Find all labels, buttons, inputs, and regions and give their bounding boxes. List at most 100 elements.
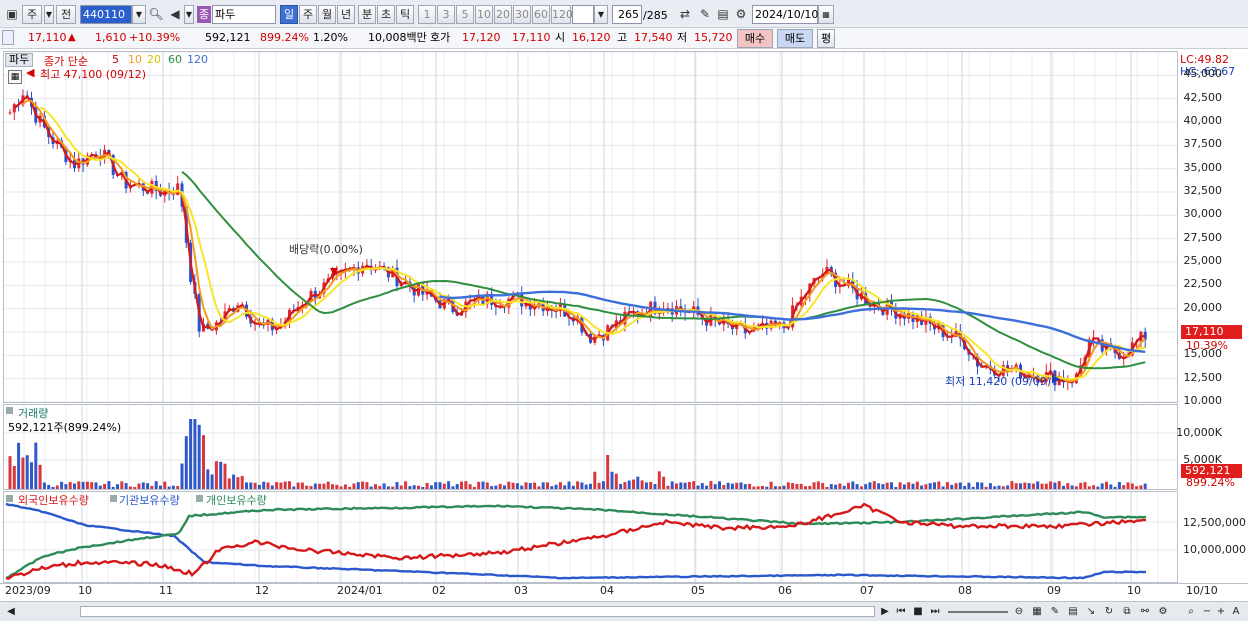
market-select[interactable]: 주	[22, 5, 42, 24]
sell-button[interactable]: 매도	[777, 29, 813, 48]
interval-1[interactable]: 1	[418, 5, 436, 24]
price-panel[interactable]	[3, 51, 1178, 403]
volume-bar	[451, 486, 455, 489]
scroll-left-icon[interactable]: ◀	[4, 604, 18, 619]
scroll-right-icon[interactable]: ▶	[878, 604, 892, 619]
volume-bar	[1049, 481, 1053, 489]
rewind-icon[interactable]: ⏮	[894, 604, 908, 619]
refresh-icon[interactable]: ↻	[1102, 604, 1116, 619]
calculator-icon[interactable]: ▦	[8, 70, 22, 84]
holding-chart[interactable]	[4, 492, 1177, 582]
price-chart[interactable]	[4, 52, 1177, 402]
stock-name-field[interactable]: 파두	[212, 5, 276, 24]
volume-bar	[180, 463, 184, 489]
settings-icon[interactable]: ⚙	[1156, 604, 1170, 619]
volume-chart[interactable]	[4, 405, 1177, 489]
stop-icon[interactable]: ■	[911, 604, 925, 619]
period-day[interactable]: 일	[280, 5, 298, 24]
volume-bar	[408, 486, 412, 489]
speaker-icon[interactable]: ◀︎	[166, 5, 184, 24]
evaluate-button[interactable]: 평	[817, 29, 835, 48]
speaker-dropdown[interactable]: ▼	[184, 5, 194, 24]
period-month[interactable]: 월	[318, 5, 336, 24]
moving-average-line	[13, 95, 1146, 384]
volume-bar	[597, 482, 601, 489]
buy-button[interactable]: 매수	[737, 29, 773, 48]
plus-icon[interactable]: +	[1214, 604, 1228, 619]
volume-bar	[1130, 483, 1134, 489]
minus-icon[interactable]: −	[1200, 604, 1214, 619]
code-dropdown[interactable]: ▼	[132, 5, 146, 24]
period-tick[interactable]: 틱	[396, 5, 414, 24]
magnify-icon[interactable]: ⌕	[1184, 604, 1198, 619]
date-picker-button[interactable]: ▦	[818, 5, 834, 24]
image-icon[interactable]: ▤	[1066, 604, 1080, 619]
interval-5[interactable]: 5	[456, 5, 474, 24]
count-input[interactable]: 265	[612, 5, 642, 24]
scroll-thumb[interactable]	[80, 606, 875, 617]
volume-bar	[468, 484, 472, 489]
interval-10[interactable]: 10	[475, 5, 493, 24]
table-icon[interactable]: ▦	[1030, 604, 1044, 619]
volume-bar	[417, 485, 420, 489]
font-size-icon[interactable]: A	[1229, 604, 1243, 619]
period-year[interactable]: 년	[337, 5, 355, 24]
volume-bar	[412, 485, 416, 489]
volume-bar	[1087, 486, 1091, 489]
legend-foreign: 외국인보유수량	[18, 494, 89, 507]
compare-icon[interactable]: ⇄	[676, 5, 694, 24]
save-icon[interactable]: ▤	[714, 5, 732, 24]
low-label: 저	[677, 31, 688, 44]
pencil-icon[interactable]: ✎	[1048, 604, 1062, 619]
zoom-slider[interactable]	[948, 611, 1008, 613]
interval-60[interactable]: 60	[532, 5, 550, 24]
copy-icon[interactable]: ⧉	[1120, 604, 1134, 619]
chart-scrollbar[interactable]: ◀ ▶ ⏮ ■ ⏭ ⊖ ▦ ✎ ▤ ↘ ↻ ⧉ ⚯ ⚙ ⌕ − + A	[0, 601, 1248, 621]
gear-icon[interactable]: ⚙	[732, 5, 750, 24]
interval-3[interactable]: 3	[437, 5, 455, 24]
period-minute[interactable]: 분	[358, 5, 376, 24]
prev-button[interactable]: 전	[56, 5, 76, 24]
market-dropdown[interactable]: ▼	[44, 5, 54, 24]
stock-code-input[interactable]: 440110	[80, 5, 132, 24]
volume-bar	[649, 481, 653, 489]
quote-toggle[interactable]	[2, 30, 14, 45]
interval-20[interactable]: 20	[494, 5, 512, 24]
volume-bar	[657, 471, 661, 489]
period-second[interactable]: 초	[377, 5, 395, 24]
volume-bar	[1126, 482, 1130, 489]
volume-bar	[718, 481, 721, 489]
arrow-tool-icon[interactable]: ↘	[1084, 604, 1098, 619]
interval-120[interactable]: 120	[551, 5, 573, 24]
date-input[interactable]: 2024/10/10	[752, 5, 818, 24]
link-icon[interactable]: ⚯	[1138, 604, 1152, 619]
volume-bar	[1057, 481, 1061, 489]
volume-bar	[636, 476, 640, 489]
price-y-tick: 37,500	[1183, 137, 1223, 151]
edit-tool-icon[interactable]: ✎	[696, 5, 714, 24]
legend-institution: 기관보유수량	[119, 494, 180, 507]
price-y-tick: 22,500	[1183, 277, 1223, 291]
volume-tick-10000k: 10,000K	[1176, 426, 1222, 439]
volume-bar	[292, 486, 296, 489]
interval-custom-input[interactable]	[572, 5, 594, 24]
volume-bar	[296, 482, 300, 489]
volume-bar	[722, 485, 726, 489]
volume-bar	[447, 481, 451, 489]
interval-30[interactable]: 30	[513, 5, 531, 24]
window-icon[interactable]: ▣	[3, 5, 21, 24]
volume-bar	[748, 483, 752, 489]
x-label: 2023/09	[5, 584, 51, 597]
volume-bar	[30, 462, 33, 489]
interval-dropdown[interactable]: ▼	[594, 5, 608, 24]
volume-panel[interactable]	[3, 404, 1178, 490]
volume-bar	[313, 483, 317, 489]
volume-bar	[739, 482, 743, 489]
zoom-out-icon[interactable]: ⊖	[1012, 604, 1026, 619]
volume-bar	[558, 482, 562, 489]
search-icon[interactable]: 🔍︎	[147, 5, 165, 24]
holding-y-axis	[1178, 491, 1248, 583]
period-week[interactable]: 주	[299, 5, 317, 24]
fast-forward-icon[interactable]: ⏭	[928, 604, 942, 619]
volume-bar	[395, 482, 399, 489]
